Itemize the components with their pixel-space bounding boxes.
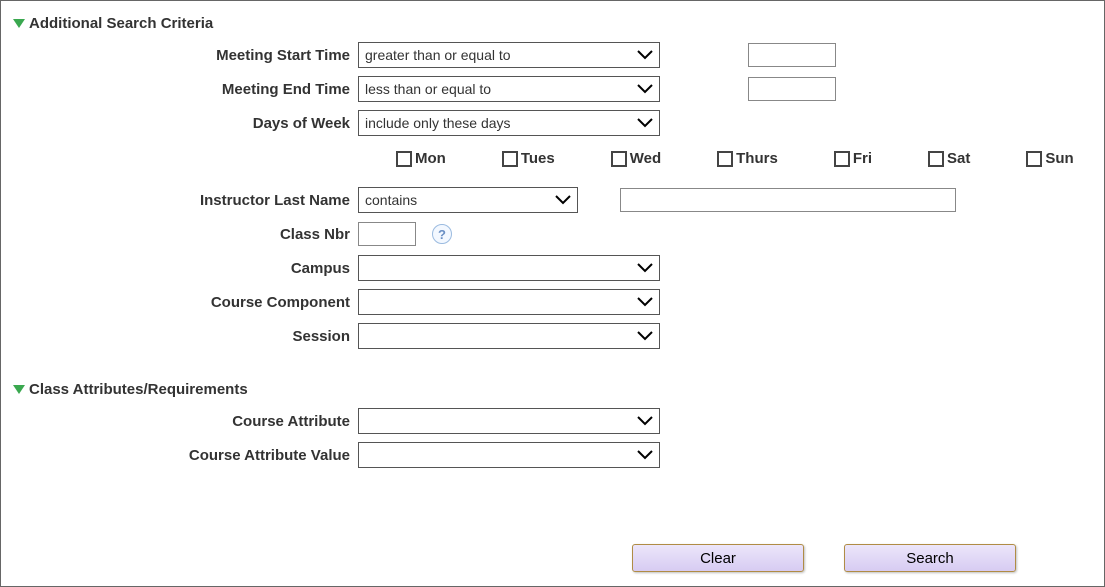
expand-down-icon — [13, 19, 25, 28]
checkbox-fri[interactable] — [834, 151, 850, 167]
day-tues-label: Tues — [521, 150, 555, 167]
days-of-week-label: Days of Week — [13, 115, 358, 132]
chevron-down-icon — [637, 331, 653, 341]
day-thurs: Thurs — [717, 150, 778, 167]
chevron-down-icon — [637, 50, 653, 60]
chevron-down-icon — [555, 195, 571, 205]
course-attribute-row: Course Attribute — [13, 406, 1092, 436]
class-attributes-header[interactable]: Class Attributes/Requirements — [13, 381, 1092, 398]
checkbox-mon[interactable] — [396, 151, 412, 167]
section2-title: Class Attributes/Requirements — [29, 381, 248, 398]
meeting-start-label: Meeting Start Time — [13, 47, 358, 64]
instructor-label: Instructor Last Name — [13, 192, 358, 209]
chevron-down-icon — [637, 118, 653, 128]
day-thurs-label: Thurs — [736, 150, 778, 167]
class-nbr-input[interactable] — [358, 222, 416, 246]
day-mon-label: Mon — [415, 150, 446, 167]
session-row: Session — [13, 321, 1092, 351]
checkbox-sat[interactable] — [928, 151, 944, 167]
day-wed-label: Wed — [630, 150, 661, 167]
section1-body: Meeting Start Time greater than or equal… — [13, 40, 1092, 351]
campus-label: Campus — [13, 260, 358, 277]
clear-button[interactable]: Clear — [632, 544, 804, 572]
day-tues: Tues — [502, 150, 555, 167]
additional-search-criteria-header[interactable]: Additional Search Criteria — [13, 15, 1092, 32]
button-bar: Clear Search — [632, 544, 1016, 572]
course-attribute-value-row: Course Attribute Value — [13, 440, 1092, 470]
meeting-start-operator-value: greater than or equal to — [365, 47, 511, 63]
help-icon[interactable]: ? — [432, 224, 452, 244]
meeting-start-time-input[interactable] — [748, 43, 836, 67]
chevron-down-icon — [637, 450, 653, 460]
search-button[interactable]: Search — [844, 544, 1016, 572]
day-wed: Wed — [611, 150, 661, 167]
meeting-start-operator-select[interactable]: greater than or equal to — [358, 42, 660, 68]
meeting-end-operator-select[interactable]: less than or equal to — [358, 76, 660, 102]
meeting-end-label: Meeting End Time — [13, 81, 358, 98]
course-attribute-label: Course Attribute — [13, 413, 358, 430]
days-checkbox-row: Mon Tues Wed Thurs Fri Sat — [358, 142, 1092, 181]
chevron-down-icon — [637, 84, 653, 94]
section1-title: Additional Search Criteria — [29, 15, 213, 32]
campus-row: Campus — [13, 253, 1092, 283]
expand-down-icon — [13, 385, 25, 394]
checkbox-thurs[interactable] — [717, 151, 733, 167]
section2-body: Course Attribute Course Attribute Value — [13, 406, 1092, 470]
days-of-week-operator-select[interactable]: include only these days — [358, 110, 660, 136]
course-component-row: Course Component — [13, 287, 1092, 317]
class-nbr-row: Class Nbr ? — [13, 219, 1092, 249]
instructor-operator-select[interactable]: contains — [358, 187, 578, 213]
course-attribute-value-select[interactable] — [358, 442, 660, 468]
day-sun: Sun — [1026, 150, 1073, 167]
session-select[interactable] — [358, 323, 660, 349]
campus-select[interactable] — [358, 255, 660, 281]
chevron-down-icon — [637, 263, 653, 273]
day-fri-label: Fri — [853, 150, 872, 167]
day-sat: Sat — [928, 150, 970, 167]
course-attribute-select[interactable] — [358, 408, 660, 434]
day-fri: Fri — [834, 150, 872, 167]
day-sat-label: Sat — [947, 150, 970, 167]
meeting-end-time-input[interactable] — [748, 77, 836, 101]
checkbox-tues[interactable] — [502, 151, 518, 167]
instructor-row: Instructor Last Name contains — [13, 185, 1092, 215]
course-component-label: Course Component — [13, 294, 358, 311]
course-component-select[interactable] — [358, 289, 660, 315]
days-of-week-operator-value: include only these days — [365, 115, 511, 131]
meeting-end-operator-value: less than or equal to — [365, 81, 491, 97]
chevron-down-icon — [637, 416, 653, 426]
session-label: Session — [13, 328, 358, 345]
search-criteria-panel: Additional Search Criteria Meeting Start… — [0, 0, 1105, 587]
course-attribute-value-label: Course Attribute Value — [13, 447, 358, 464]
checkbox-wed[interactable] — [611, 151, 627, 167]
checkbox-sun[interactable] — [1026, 151, 1042, 167]
day-sun-label: Sun — [1045, 150, 1073, 167]
meeting-start-row: Meeting Start Time greater than or equal… — [13, 40, 1092, 70]
class-nbr-label: Class Nbr — [13, 226, 358, 243]
days-of-week-row: Days of Week include only these days — [13, 108, 1092, 138]
instructor-operator-value: contains — [365, 192, 417, 208]
day-mon: Mon — [396, 150, 446, 167]
chevron-down-icon — [637, 297, 653, 307]
meeting-end-row: Meeting End Time less than or equal to — [13, 74, 1092, 104]
instructor-name-input[interactable] — [620, 188, 956, 212]
